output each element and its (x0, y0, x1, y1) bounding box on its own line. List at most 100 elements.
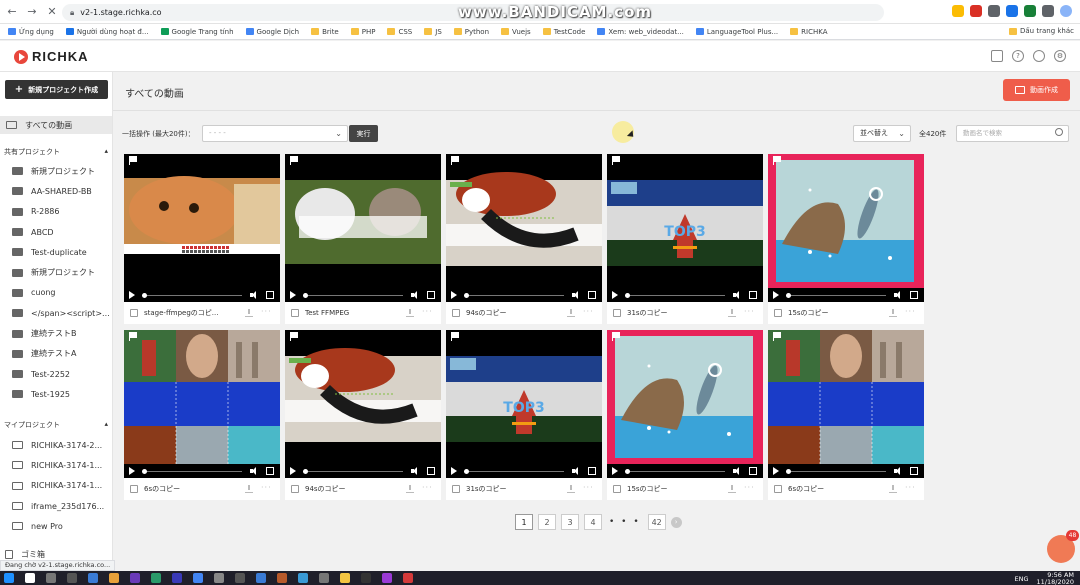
next-page-icon[interactable]: › (670, 516, 682, 528)
extension-icon[interactable] (1024, 5, 1036, 17)
video-card[interactable]: TOP3 31sのコピー ··· (607, 154, 763, 324)
progress-bar[interactable] (464, 294, 564, 296)
video-card[interactable]: 15sのコピー ··· (607, 330, 763, 500)
video-card[interactable]: 6sのコピー ··· (124, 330, 280, 500)
star-icon[interactable] (952, 5, 964, 17)
sidebar-item-project[interactable]: 連続テストB (0, 323, 112, 343)
select-checkbox[interactable] (613, 309, 621, 317)
bookmark-item[interactable]: Ứng dụng (8, 28, 54, 36)
sidebar-item-project[interactable]: RICHIKA-3174-1... (0, 455, 112, 475)
bookmark-item[interactable]: Google Dịch (245, 28, 299, 36)
video-player[interactable] (285, 154, 441, 302)
taskbar-app-icon[interactable] (130, 573, 140, 583)
progress-bar[interactable] (786, 294, 886, 296)
download-icon[interactable] (245, 485, 253, 493)
progress-handle[interactable] (303, 292, 308, 298)
shield-icon[interactable] (991, 50, 1003, 62)
sidebar-item-project[interactable]: RICHIKA-3174-1... (0, 476, 112, 496)
download-icon[interactable] (406, 309, 414, 317)
select-checkbox[interactable] (774, 309, 782, 317)
sidebar-item-project[interactable]: ABCD (0, 222, 112, 242)
more-icon[interactable]: ··· (744, 483, 755, 492)
more-icon[interactable]: ··· (583, 307, 594, 316)
volume-icon[interactable] (894, 291, 902, 299)
bookmark-item[interactable]: Xem: web_videodat... (597, 28, 684, 36)
sidebar-item-project[interactable]: Test-duplicate (0, 242, 112, 262)
shared-projects-header[interactable]: 共有プロジェクト ▴ (4, 147, 108, 157)
fullscreen-icon[interactable] (266, 291, 274, 299)
progress-bar[interactable] (625, 470, 725, 472)
taskbar-app-icon[interactable] (109, 573, 119, 583)
progress-handle[interactable] (142, 468, 147, 474)
progress-handle[interactable] (786, 292, 791, 298)
taskbar-app-icon[interactable] (67, 573, 77, 583)
play-icon[interactable] (451, 291, 457, 299)
taskbar-app-icon[interactable] (340, 573, 350, 583)
video-player[interactable] (285, 330, 441, 478)
search-input[interactable]: 動画名で検索 (956, 125, 1069, 142)
progress-handle[interactable] (464, 468, 469, 474)
progress-handle[interactable] (625, 292, 630, 298)
video-card[interactable]: 94sのコピー ··· (285, 330, 441, 500)
video-player[interactable]: TOP3 (446, 330, 602, 478)
progress-bar[interactable] (786, 470, 886, 472)
sidebar-item-project[interactable]: 新規プロジェクト (0, 161, 112, 181)
download-icon[interactable] (889, 485, 897, 493)
taskbar-app-icon[interactable] (256, 573, 266, 583)
video-player[interactable]: TOP3 (607, 154, 763, 302)
sidebar-item-project[interactable]: cuong (0, 283, 112, 303)
progress-handle[interactable] (303, 468, 308, 474)
select-checkbox[interactable] (130, 309, 138, 317)
flag-icon[interactable] (290, 156, 298, 165)
language-indicator[interactable]: ENG (1015, 575, 1029, 583)
play-icon[interactable] (129, 291, 135, 299)
select-checkbox[interactable] (452, 485, 460, 493)
taskbar-app-icon[interactable] (214, 573, 224, 583)
windows-start-icon[interactable] (4, 573, 14, 583)
gear-icon[interactable]: ⚙︎ (1054, 50, 1066, 62)
bulk-action-select[interactable]: - - - - ⌄ (202, 125, 348, 142)
taskbar-app-icon[interactable] (88, 573, 98, 583)
flag-icon[interactable] (451, 332, 459, 341)
fullscreen-icon[interactable] (427, 467, 435, 475)
forward-icon[interactable]: → (24, 5, 40, 18)
extension-icon[interactable] (1006, 5, 1018, 17)
select-checkbox[interactable] (291, 485, 299, 493)
bookmark-item[interactable]: Brite (311, 28, 339, 36)
video-player[interactable] (124, 154, 280, 302)
video-card[interactable]: stage-ffmpegのコピ... ··· (124, 154, 280, 324)
video-player[interactable] (768, 154, 924, 302)
bookmark-other[interactable]: Dấu trang khác (1009, 27, 1074, 35)
video-card[interactable]: 6sのコピー ··· (768, 330, 924, 500)
progress-bar[interactable] (142, 470, 242, 472)
volume-icon[interactable] (572, 291, 580, 299)
video-player[interactable] (768, 330, 924, 478)
sidebar-item-project[interactable]: Test-2252 (0, 364, 112, 384)
bookmark-item[interactable]: LanguageTool Plus... (695, 28, 778, 36)
video-player[interactable] (124, 330, 280, 478)
extension-icon[interactable] (988, 5, 1000, 17)
play-icon[interactable] (773, 467, 779, 475)
play-icon[interactable] (290, 467, 296, 475)
sidebar-item-project[interactable]: 連続テストA (0, 344, 112, 364)
profile-avatar[interactable] (1060, 5, 1072, 17)
video-card[interactable]: Test FFMPEG ··· (285, 154, 441, 324)
execute-button[interactable]: 実行 (349, 125, 378, 142)
bookmark-item[interactable]: Python (453, 28, 489, 36)
more-icon[interactable]: ··· (261, 307, 272, 316)
flag-icon[interactable] (612, 332, 620, 341)
bell-icon[interactable] (1033, 50, 1045, 62)
taskbar-app-icon[interactable] (277, 573, 287, 583)
fullscreen-icon[interactable] (749, 467, 757, 475)
taskbar-app-icon[interactable] (298, 573, 308, 583)
progress-handle[interactable] (142, 292, 147, 298)
volume-icon[interactable] (411, 291, 419, 299)
bookmark-item[interactable]: CSS (387, 28, 412, 36)
back-icon[interactable]: ← (4, 5, 20, 18)
progress-bar[interactable] (303, 294, 403, 296)
video-player[interactable] (607, 330, 763, 478)
play-icon[interactable] (612, 467, 618, 475)
bookmark-item[interactable]: TestCode (542, 28, 585, 36)
fullscreen-icon[interactable] (588, 467, 596, 475)
volume-icon[interactable] (250, 467, 258, 475)
